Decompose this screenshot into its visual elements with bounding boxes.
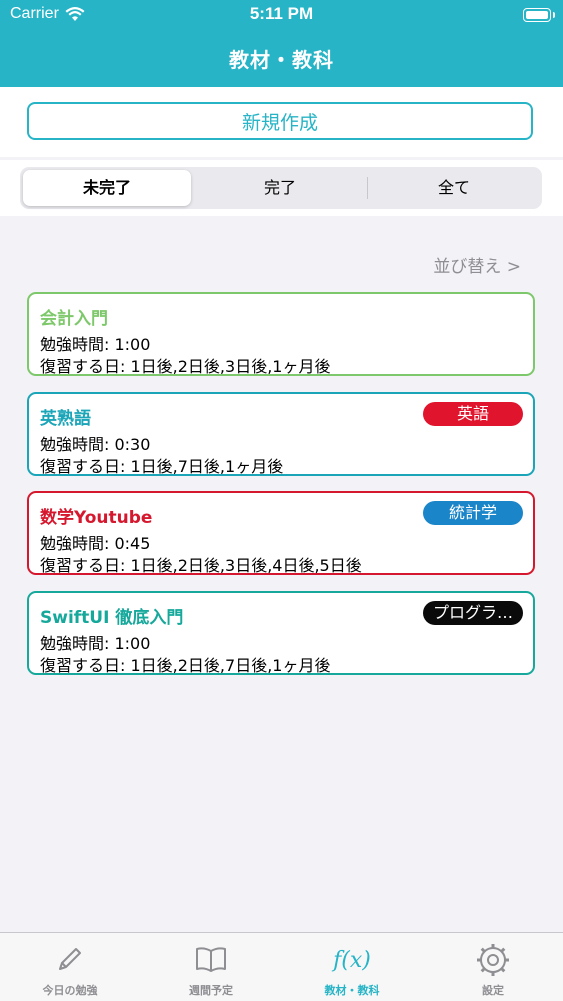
tab-today-study[interactable]: 今日の勉強 [0, 933, 140, 1001]
material-title: 会計入門 [40, 309, 108, 329]
study-time: 勉強時間: 0:45 [40, 534, 151, 553]
tab-label: 設定 [482, 984, 504, 997]
review-days: 復習する日: 1日後,2日後,3日後,4日後,5日後 [40, 556, 362, 575]
subject-tag: プログラ… [423, 601, 523, 625]
new-material-button[interactable]: 新規作成 [27, 102, 533, 140]
svg-text:f(x): f(x) [331, 948, 371, 973]
segment-divider [367, 177, 368, 199]
tab-bar: 今日の勉強 週間予定 f(x) 教材・教科 設定 [0, 932, 563, 1001]
filter-segmented-control: 未完了 完了 全て [20, 167, 542, 209]
tab-materials[interactable]: f(x) 教材・教科 [282, 933, 422, 1001]
material-card[interactable]: SwiftUI 徹底入門 プログラ… 勉強時間: 1:00 復習する日: 1日後… [27, 591, 535, 675]
material-card[interactable]: 英熟語 英語 勉強時間: 0:30 復習する日: 1日後,7日後,1ヶ月後 [27, 392, 535, 476]
header-bar: Carrier 5:11 PM 教材・教科 [0, 0, 563, 87]
battery-icon [523, 8, 555, 22]
status-time: 5:11 PM [249, 4, 314, 23]
tab-weekly-plan[interactable]: 週間予定 [141, 933, 281, 1001]
gear-icon [477, 944, 509, 976]
review-days: 復習する日: 1日後,7日後,1ヶ月後 [40, 457, 284, 476]
review-days: 復習する日: 1日後,2日後,7日後,1ヶ月後 [40, 656, 331, 675]
review-days: 復習する日: 1日後,2日後,3日後,1ヶ月後 [40, 357, 331, 376]
page-title: 教材・教科 [229, 48, 334, 72]
study-time: 勉強時間: 1:00 [40, 634, 151, 653]
tab-label: 今日の勉強 [42, 984, 98, 997]
book-icon [196, 947, 226, 972]
segment-all[interactable]: 全て [369, 170, 539, 206]
material-card[interactable]: 数学Youtube 統計学 勉強時間: 0:45 復習する日: 1日後,2日後,… [27, 491, 535, 575]
tab-label: 週間予定 [189, 984, 233, 997]
subject-tag: 英語 [423, 402, 523, 426]
material-title: 英熟語 [40, 409, 91, 429]
material-title: SwiftUI 徹底入門 [40, 608, 184, 628]
segment-incomplete[interactable]: 未完了 [23, 170, 191, 206]
pencil-icon [59, 948, 81, 970]
study-time: 勉強時間: 0:30 [40, 435, 151, 454]
function-icon: f(x) [331, 948, 371, 973]
tab-settings[interactable]: 設定 [423, 933, 563, 1001]
sort-button[interactable]: 並び替え > [433, 252, 521, 277]
segment-complete[interactable]: 完了 [194, 170, 366, 206]
tab-label: 教材・教科 [324, 984, 380, 997]
material-title: 数学Youtube [40, 508, 153, 528]
subject-tag: 統計学 [423, 501, 523, 525]
material-card[interactable]: 会計入門 勉強時間: 1:00 復習する日: 1日後,2日後,3日後,1ヶ月後 [27, 292, 535, 376]
study-time: 勉強時間: 1:00 [40, 335, 151, 354]
